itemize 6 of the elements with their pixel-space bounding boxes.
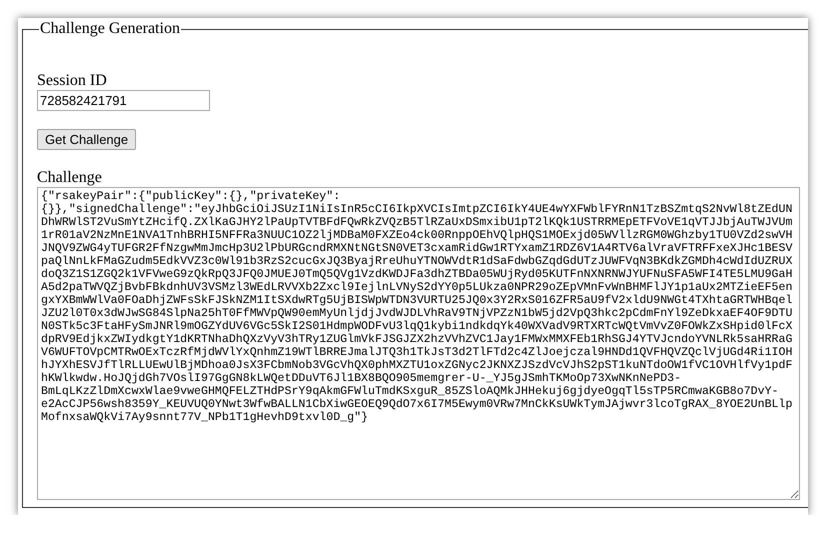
session-id-label: Session ID [37,72,108,90]
challenge-label: Challenge [37,169,103,187]
fieldset-legend: Challenge Generation [39,20,181,38]
get-challenge-button[interactable]: Get Challenge [37,129,136,150]
challenge-textarea[interactable]: {"rsakeyPair":{"publicKey":{},"privateKey":{}},"signedChallenge":"eyJhbGciOiJSUzI1NiIsInR5cCI6IkpXVCIsImtpZCI6IkY4UE4wYXFWblFYRnN1TzBSZmtqS2NvWl8tZEdUNDhWRWlST2VuSmYtZHcifQ.ZXlKaGJHY2lPaUpTVTBFdFQwRkZVQzB5TlRZaUxDSmxibU1pT2lKQk1USTRRMEpETFVoVE1qVTJJbjAuTWJVUm1rR01aV2NzMnE1NVA1TnhBRHI5NFFRa3NUUC1OZ2ljMDBaM0FXZEo4ck00RnppOEhVQlpHQS1MOExjd05WVllzRGM0WGhzby1TU0VZd2swVHJNQV9ZWG4yTUFGR2FfNzgwMmJmcHp3U2lPbURGcndRMXNtNGtSN0VET3cxamRidGw1RTYxamZ1RDZ6V1A4RTV6alVraVFTRFFxeXJHc1BESVpaQlNnLkFMaGZudm5EdkVVZ3c0Wl91b3RzS2cucGxJQ3ByajRreUhuYTNOWVdtR1dSaFdwbGZqdGdUTzJUWFVqN3BKdkZGMDh4cWdIdUZRUXdoQ3Z1S1ZGQ2k1VFVweG9zQkRpQ3JFQ0JMUEJ0TmQ5QVg1VzdKWDJFa3dhZTBDa05WUjRyd05KUTFnNXNRNWJYUFNuSFA5WFI4TE5LMU9GaHA5d2paTWVQZjBvbFBkdnhUV3VSMzl3WEdLRVVXb2Zxcl9IejlnLVNyS2dYY0p5LUkza0NPR29oZEpVMnFvWnBHMFlJY1p1aUx2MTZieEF5engxYXBmWWlVa0FOaDhjZWFsSkFJSkNZM1ItSXdwRTg5UjBISWpWTDN3VURTU25JQ0x3Y2RxS016ZFR5aU9fV2xldU9NWGt4TXhtaGRTWHBqelJZU2l0T0x3dWJwSG84SlpNa25hT0FfMWVpQW90emMyUnljdjJvdWJDLVhRaV9TNjVPZzN1bW5jd2VpQ3hkc2pCdmFnYl9ZeDkxaEF4OF9DTUN0STk5c3FtaHFySmJNRl9mOGZYdUV6VGc5SkI2S01HdmpWODFvU3lqQ1kybi1ndkdqYk40WXVadV9RTXRTcWQtVmVvZ0FOWkZxSHpid0lFcXdpRV9EdjkxZWIydkgtY1dKRTNhaDhQXzVyV3hTRy1ZUGlmVkFJSGJZX2hzVVhZVC1Jay1FMWxMMXFEb1RhSGJ4YTVJcndoYVNLRk5saHRRaGV6WUFTOVpCMTRwOExTczRfMjdWVlYxQnhmZ19WTlBRREJmalJTQ3h1TkJsT3d2TlFTd2c4ZlJoejczal9HNDd1QVFHQVZQclVjUGd4Ri1IOHhJYXhESVJfTlRLLUEwUlBjMDhoa0JsX3FCbmNob3VGcVhQX0phMXZTU1oxZGNyc2JKNXZJSzdVcVJhS2pST1kuNTdoOW1fVC1OVHlfVy1pdFhKWlkwdw.HoJQjdGh7VOslI97GgGN8kLWQetDDuVT6Jl1BX8BQO905memgrer-U-_YJ5gJSmhTKMoOp73XwNKnNePD3-BmLqLKzZlDmXcwxWlae9vweGHMQFELZTHdPSrY9qAkmGFWluTmdKSxguR_85ZSloAQMkJHHekuj6gjdyeOgqTl5sTP5RCmwaKGB8o7DvY-e2AcCJP56wsh8359Y_KEUVUQ0YNwt3WfwBALLN1CbXiwGEOEQ9QdO7x6I7M5Ewym0VRw7MnCkKsUWkTymJAjwvr3lcoTgRAX_8YOE2UnBLlpMofnxsaWQkVi7Ay9snnt77V_NPb1T1gHevhD9txvl0D_g"} [37,187,800,500]
session-id-field[interactable]: 728582421791 [37,90,210,111]
